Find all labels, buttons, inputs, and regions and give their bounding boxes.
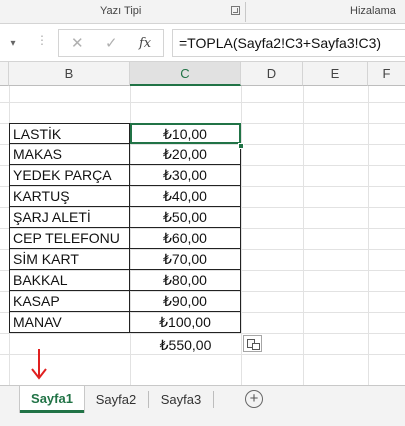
fill-handle[interactable]: [238, 143, 244, 149]
item-name-cell[interactable]: KASAP: [9, 291, 130, 312]
total-cell[interactable]: ₺550,00: [130, 335, 241, 356]
gridline: [241, 86, 242, 385]
column-header-b[interactable]: B: [9, 62, 130, 86]
grip-dots-icon: ⋮: [36, 33, 48, 47]
gridline: [0, 102, 405, 103]
alignment-group-label: Hizalama: [350, 5, 396, 17]
item-price-cell[interactable]: ₺10,00: [130, 123, 241, 144]
item-price-cell[interactable]: ₺50,00: [130, 207, 241, 228]
column-header-e[interactable]: E: [303, 62, 368, 86]
item-name-cell[interactable]: YEDEK PARÇA: [9, 165, 130, 186]
formula-buttons: ✕ ✓ fx: [58, 29, 164, 57]
worksheet-grid[interactable]: B C D E F LASTİK ₺10,00 MAKAS ₺20,00 YED…: [0, 62, 405, 385]
font-group-label: Yazı Tipi: [100, 5, 142, 17]
item-price-cell[interactable]: ₺80,00: [130, 270, 241, 291]
item-name-cell[interactable]: LASTİK: [9, 123, 130, 144]
item-name-cell[interactable]: CEP TELEFONU: [9, 228, 130, 249]
item-name-cell[interactable]: ŞARJ ALETİ: [9, 207, 130, 228]
column-header-d[interactable]: D: [241, 62, 303, 86]
down-arrow-icon: [31, 349, 47, 380]
formula-input[interactable]: =TOPLA(Sayfa2!C3+Sayfa3!C3): [172, 29, 405, 57]
item-name-cell[interactable]: KARTUŞ: [9, 186, 130, 207]
item-price-cell[interactable]: ₺70,00: [130, 249, 241, 270]
item-price-cell[interactable]: ₺60,00: [130, 228, 241, 249]
item-price-cell[interactable]: ₺90,00: [130, 291, 241, 312]
insert-function-icon[interactable]: fx: [139, 36, 151, 51]
column-header-f[interactable]: F: [368, 62, 405, 86]
gridline: [303, 86, 304, 385]
item-name-cell[interactable]: SİM KART: [9, 249, 130, 270]
font-dialog-launcher-icon[interactable]: [231, 6, 240, 15]
item-name-cell[interactable]: MAKAS: [9, 144, 130, 165]
item-price-cell[interactable]: ₺30,00: [130, 165, 241, 186]
enter-icon[interactable]: ✓: [105, 34, 118, 52]
tab-sayfa1[interactable]: Sayfa1: [20, 386, 84, 413]
tab-sayfa3[interactable]: Sayfa3: [149, 386, 213, 413]
item-name-cell[interactable]: MANAV: [9, 312, 130, 333]
paste-options-icon[interactable]: [243, 335, 262, 352]
gridline: [0, 333, 405, 334]
name-box-dropdown-icon[interactable]: ▾: [0, 32, 26, 54]
cancel-icon[interactable]: ✕: [71, 34, 84, 52]
plus-circle-icon[interactable]: +: [245, 390, 263, 408]
sheet-icon: [252, 343, 260, 350]
formula-bar: ▾ ⋮ ✕ ✓ fx =TOPLA(Sayfa2!C3+Sayfa3!C3): [0, 24, 405, 62]
column-header-c[interactable]: C: [130, 62, 241, 86]
item-name-cell[interactable]: BAKKAL: [9, 270, 130, 291]
item-price-cell[interactable]: ₺40,00: [130, 186, 241, 207]
tab-divider: [213, 391, 214, 408]
ribbon-group-labels: Yazı Tipi Hizalama: [0, 0, 405, 24]
item-price-cell[interactable]: ₺20,00: [130, 144, 241, 165]
item-price-cell[interactable]: ₺100,00: [130, 312, 241, 333]
tab-sayfa2[interactable]: Sayfa2: [84, 386, 148, 413]
sheet-tab-bar: Sayfa1 Sayfa2 Sayfa3 +: [0, 385, 405, 426]
gridline: [368, 86, 369, 385]
select-all-corner[interactable]: [0, 62, 9, 86]
ribbon-divider: [245, 2, 246, 22]
